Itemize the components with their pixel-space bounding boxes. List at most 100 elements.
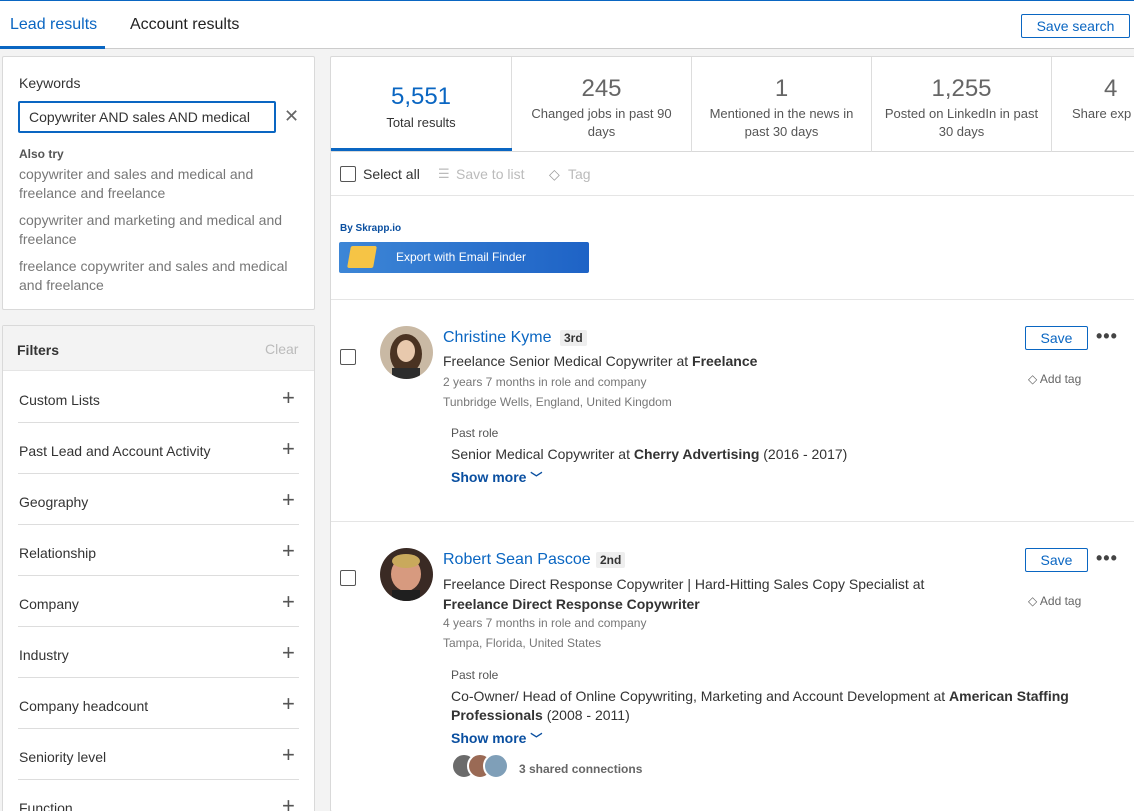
- save-lead-button[interactable]: Save: [1025, 326, 1088, 350]
- past-role-text: Co-Owner/ Head of Online Copywriting, Ma…: [451, 688, 946, 704]
- avatar[interactable]: [380, 326, 433, 379]
- also-try-label: Also try: [19, 147, 64, 161]
- tag-button[interactable]: Tag: [568, 166, 591, 182]
- lead-name-link[interactable]: Christine Kyme: [443, 329, 551, 347]
- lead-checkbox[interactable]: [340, 570, 356, 586]
- chevron-down-icon: ﹀: [530, 732, 543, 746]
- clear-keywords-icon[interactable]: ✕: [284, 106, 299, 127]
- lead-at: at: [912, 576, 925, 592]
- stat-label: Changed jobs in past 90 days: [531, 106, 672, 139]
- filter-label: Industry: [19, 647, 69, 663]
- show-more-label: Show more: [451, 730, 527, 746]
- tab-lead-results[interactable]: Lead results: [10, 16, 97, 34]
- select-all-label[interactable]: Select all: [363, 166, 420, 182]
- lead-title: Freelance Direct Response Copywriter | H…: [443, 574, 963, 614]
- lead-title: Freelance Senior Medical Copywriter at F…: [443, 353, 757, 369]
- filter-relationship[interactable]: Relationship +: [18, 525, 299, 576]
- plus-icon[interactable]: +: [282, 487, 295, 513]
- shared-connections-avatars[interactable]: [451, 753, 513, 781]
- filters-card: Filters Clear Custom Lists + Past Lead an…: [2, 325, 315, 811]
- tab-account-results[interactable]: Account results: [130, 16, 239, 34]
- keywords-card: Keywords ✕ Also try copywriter and sales…: [2, 56, 315, 310]
- plus-icon[interactable]: +: [282, 436, 295, 462]
- show-more-label: Show more: [451, 469, 527, 485]
- stat-number: 4: [1104, 75, 1118, 102]
- filter-label: Function: [19, 800, 73, 811]
- stat-label: Total results: [386, 115, 456, 130]
- save-to-list-button[interactable]: Save to list: [456, 166, 524, 182]
- suggestion-link[interactable]: copywriter and marketing and medical and…: [19, 211, 289, 249]
- more-options-icon[interactable]: •••: [1096, 548, 1118, 569]
- stat-changed-jobs[interactable]: 245 Changed jobs in past 90 days: [512, 57, 692, 153]
- lead-company-link[interactable]: Freelance Direct Response Copywriter: [443, 596, 700, 612]
- plus-icon[interactable]: +: [282, 793, 295, 811]
- suggestion-link[interactable]: freelance copywriter and sales and medic…: [19, 257, 289, 295]
- lead-company-link[interactable]: Freelance: [692, 353, 757, 369]
- filter-custom-lists[interactable]: Custom Lists +: [18, 372, 299, 423]
- filter-function[interactable]: Function +: [18, 780, 299, 811]
- filter-company[interactable]: Company +: [18, 576, 299, 627]
- avatar[interactable]: [380, 548, 433, 601]
- keywords-input[interactable]: [18, 101, 276, 133]
- lead-item: Robert Sean Pascoe 2nd Freelance Direct …: [331, 522, 1134, 811]
- lead-name-link[interactable]: Robert Sean Pascoe: [443, 551, 591, 569]
- add-tag-button[interactable]: ◇ Add tag: [1028, 372, 1081, 386]
- lead-tenure: 4 years 7 months in role and company: [443, 616, 647, 630]
- add-tag-button[interactable]: ◇ Add tag: [1028, 594, 1081, 608]
- keywords-title: Keywords: [19, 75, 81, 91]
- active-stat-indicator: [331, 148, 512, 151]
- stat-posted-linkedin[interactable]: 1,255 Posted on LinkedIn in past 30 days: [872, 57, 1052, 153]
- filter-label: Seniority level: [19, 749, 107, 765]
- connection-degree-badge: 3rd: [560, 330, 587, 346]
- past-role-heading: Past role: [451, 426, 499, 440]
- plus-icon[interactable]: +: [282, 589, 295, 615]
- filter-company-headcount[interactable]: Company headcount +: [18, 678, 299, 729]
- filter-label: Company headcount: [19, 698, 149, 714]
- save-lead-button[interactable]: Save: [1025, 548, 1088, 572]
- show-more-link[interactable]: Show more ﹀: [451, 469, 542, 486]
- add-tag-label: Add tag: [1039, 594, 1082, 608]
- export-email-finder-button[interactable]: Export with Email Finder: [339, 242, 589, 273]
- stat-number: 1,255: [931, 75, 992, 102]
- filter-geography[interactable]: Geography +: [18, 474, 299, 525]
- lead-role: Freelance Senior Medical Copywriter: [443, 353, 673, 369]
- save-search-button[interactable]: Save search: [1021, 14, 1130, 38]
- filter-label: Geography: [19, 494, 89, 510]
- show-more-link[interactable]: Show more ﹀: [451, 730, 542, 747]
- results-panel: Select all ☰ Save to list ◇ Tag By Skrap…: [330, 152, 1134, 811]
- tag-icon: ◇: [1028, 594, 1038, 608]
- tag-icon: ◇: [549, 166, 560, 182]
- export-email-finder-label: Export with Email Finder: [396, 250, 527, 264]
- filter-label: Custom Lists: [19, 392, 100, 408]
- stat-total-results[interactable]: 5,551 Total results: [331, 57, 512, 153]
- past-role-company-link[interactable]: Cherry Advertising: [634, 446, 760, 462]
- avatar: [483, 753, 509, 779]
- lead-role: Freelance Direct Response Copywriter | H…: [443, 576, 909, 592]
- past-role-text: Senior Medical Copywriter at: [451, 446, 630, 462]
- stat-share-experience[interactable]: 4 Share exp: [1052, 57, 1134, 153]
- results-toolbar: Select all ☰ Save to list ◇ Tag: [331, 152, 1134, 196]
- filter-past-activity[interactable]: Past Lead and Account Activity +: [18, 423, 299, 474]
- lead-checkbox[interactable]: [340, 349, 356, 365]
- filter-label: Relationship: [19, 545, 97, 561]
- stat-mentioned-news[interactable]: 1 Mentioned in the news in past 30 days: [692, 57, 872, 153]
- select-all-checkbox[interactable]: [340, 166, 356, 182]
- stat-number: 245: [581, 75, 622, 102]
- tag-icon: ◇: [1028, 372, 1038, 386]
- filters-clear-button[interactable]: Clear: [265, 341, 298, 357]
- plus-icon[interactable]: +: [282, 691, 295, 717]
- past-role: Senior Medical Copywriter at Cherry Adve…: [451, 445, 1081, 464]
- plus-icon[interactable]: +: [282, 538, 295, 564]
- plus-icon[interactable]: +: [282, 640, 295, 666]
- plus-icon[interactable]: +: [282, 742, 295, 768]
- more-options-icon[interactable]: •••: [1096, 326, 1118, 347]
- suggestion-link[interactable]: copywriter and sales and medical and fre…: [19, 165, 289, 203]
- past-role: Co-Owner/ Head of Online Copywriting, Ma…: [451, 687, 1081, 725]
- filter-label: Past Lead and Account Activity: [19, 443, 211, 459]
- plus-icon[interactable]: +: [282, 385, 295, 411]
- filter-label: Company: [19, 596, 79, 612]
- filter-industry[interactable]: Industry +: [18, 627, 299, 678]
- stat-number: 1: [774, 75, 789, 102]
- filter-seniority-level[interactable]: Seniority level +: [18, 729, 299, 780]
- shared-connections-link[interactable]: 3 shared connections: [519, 762, 642, 776]
